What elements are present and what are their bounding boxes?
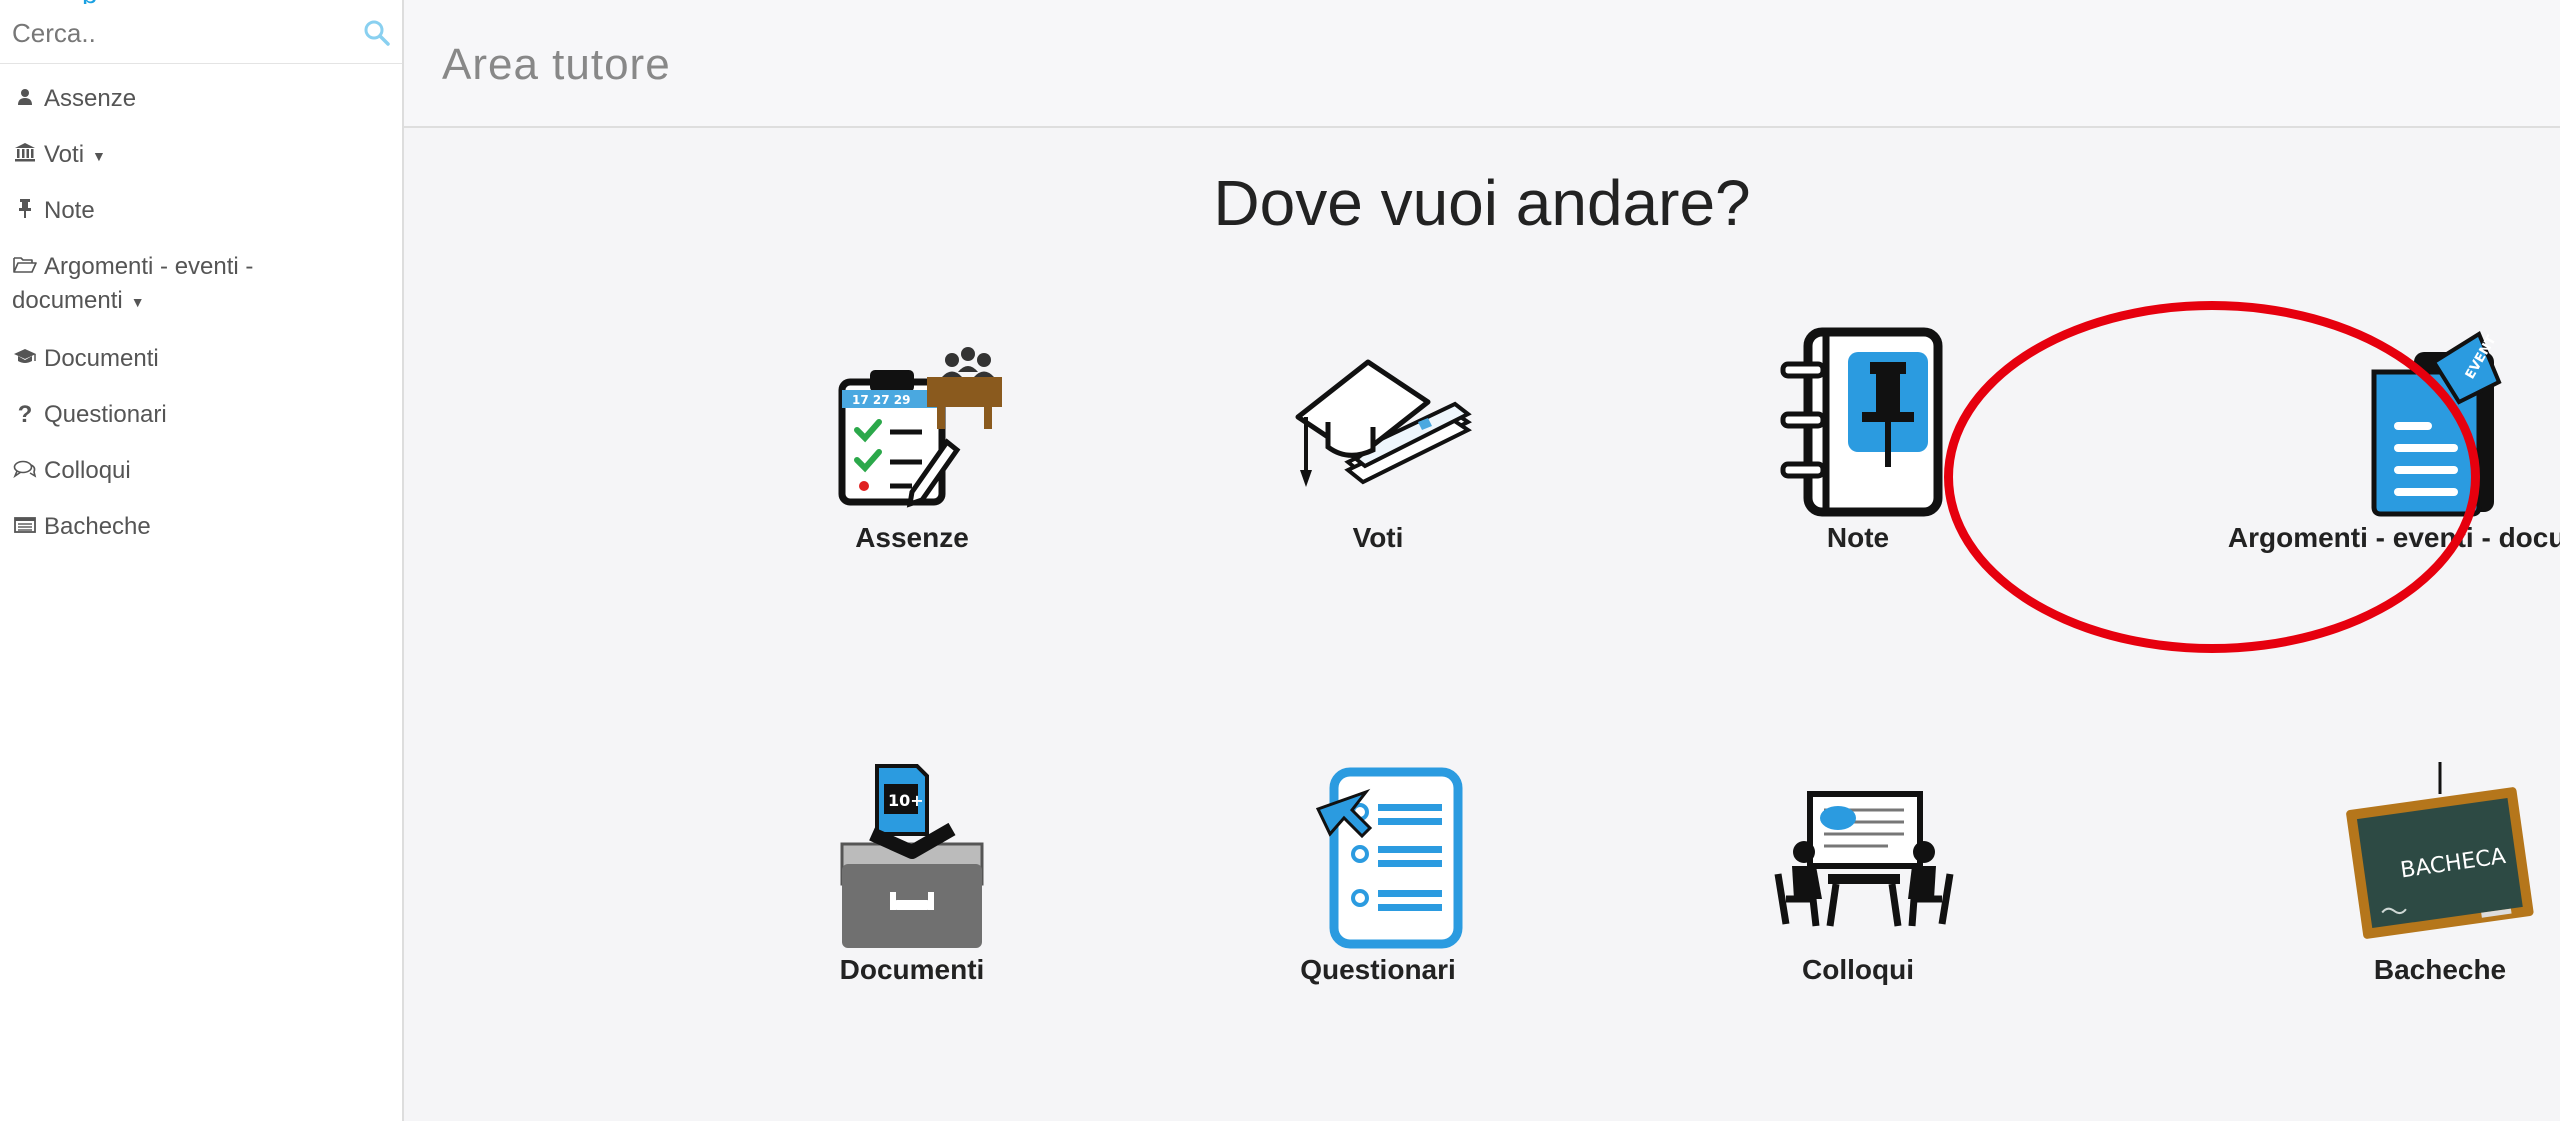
caret-down-icon: ▼ (130, 293, 145, 310)
folder-open-icon (12, 250, 38, 284)
sidebar-item-label: Colloqui (44, 457, 131, 484)
board-icon (12, 510, 38, 544)
search-input[interactable] (0, 4, 352, 62)
attendance-clipboard-icon: 17 27 29 (838, 347, 1002, 508)
sidebar-item-label: Documenti (44, 345, 159, 372)
search-icon[interactable] (362, 18, 392, 48)
main-heading: Dove vuoi andare? (1213, 167, 1751, 239)
tile-assenze[interactable]: 17 27 29 Assenze (702, 322, 1122, 554)
tile-label: Documenti (839, 954, 985, 985)
questionnaire-icon (1315, 767, 1463, 949)
graduation-cap-icon (12, 342, 38, 376)
sidebar-item-label: Note (44, 197, 95, 224)
tile-label: Colloqui (1802, 954, 1914, 985)
sidebar-item-argomenti[interactable]: Argomenti - eventi - documenti ▼ (12, 250, 392, 319)
document-event-icon: EVENT (2371, 331, 2502, 517)
user-icon (12, 82, 38, 116)
chalkboard-icon: BACHECA (2346, 762, 2534, 939)
sidebar-item-label: Questionari (44, 401, 167, 428)
tile-bacheche[interactable]: BACHECA Bacheche (2210, 754, 2560, 986)
sidebar-item-note[interactable]: Note (12, 194, 392, 228)
sidebar-item-bacheche[interactable]: Bacheche (12, 510, 392, 544)
document-tray-icon: 10+ (840, 764, 984, 948)
tile-colloqui[interactable]: Colloqui (1648, 754, 2068, 986)
tile-label: Bacheche (2373, 954, 2507, 985)
tile-voti[interactable]: Voti (1168, 322, 1588, 554)
tile-label: Questionari (1300, 954, 1456, 985)
tile-argomenti[interactable]: EVENT Argomenti - eventi - documenti (2204, 322, 2560, 554)
sidebar-item-colloqui[interactable]: Colloqui (12, 454, 392, 488)
page-header: Area tutore (404, 0, 2560, 128)
tile-label: Argomenti - eventi - documenti (2227, 522, 2560, 553)
sidebar-item-label: Voti (44, 141, 85, 168)
meeting-icon (1774, 791, 1954, 927)
caret-down-icon: ▼ (92, 147, 106, 164)
sidebar-item-assenze[interactable]: Assenze (12, 82, 392, 116)
bank-icon (12, 138, 38, 172)
sidebar-item-documenti[interactable]: Documenti (12, 342, 392, 376)
page-title: Area tutore (442, 40, 671, 89)
sidebar: p Assenze Voti▼ Note Argomenti - eventi … (0, 0, 404, 1121)
sidebar-item-label-line1: Argomenti - eventi - (44, 253, 254, 280)
search-box (0, 4, 402, 64)
tile-label: Note (1826, 522, 1890, 553)
question-icon: ? (17, 401, 33, 428)
pin-icon (12, 194, 38, 228)
sidebar-item-label: Assenze (44, 85, 137, 112)
svg-text:10+: 10+ (888, 791, 924, 810)
tile-label: Voti (1352, 522, 1404, 553)
tile-questionari[interactable]: Questionari (1168, 754, 1588, 986)
sidebar-item-voti[interactable]: Voti ▼ (12, 138, 392, 173)
tile-note[interactable]: Note (1648, 322, 2068, 554)
notebook-pin-icon (1780, 327, 1943, 517)
sidebar-item-label-line2: documenti (12, 287, 123, 314)
tile-label: Assenze (855, 522, 969, 553)
graduation-cap-papers-icon (1295, 359, 1472, 487)
main-content: Dove vuoi andare? 17 27 29 Assenze Voti … (404, 128, 2560, 1121)
tile-documenti[interactable]: 10+ Documenti (702, 754, 1122, 986)
sidebar-item-questionari[interactable]: ? Questionari (12, 398, 392, 432)
sidebar-item-label: Bacheche (44, 513, 151, 540)
svg-text:17 27 29: 17 27 29 (852, 393, 910, 407)
comments-icon (12, 454, 38, 488)
